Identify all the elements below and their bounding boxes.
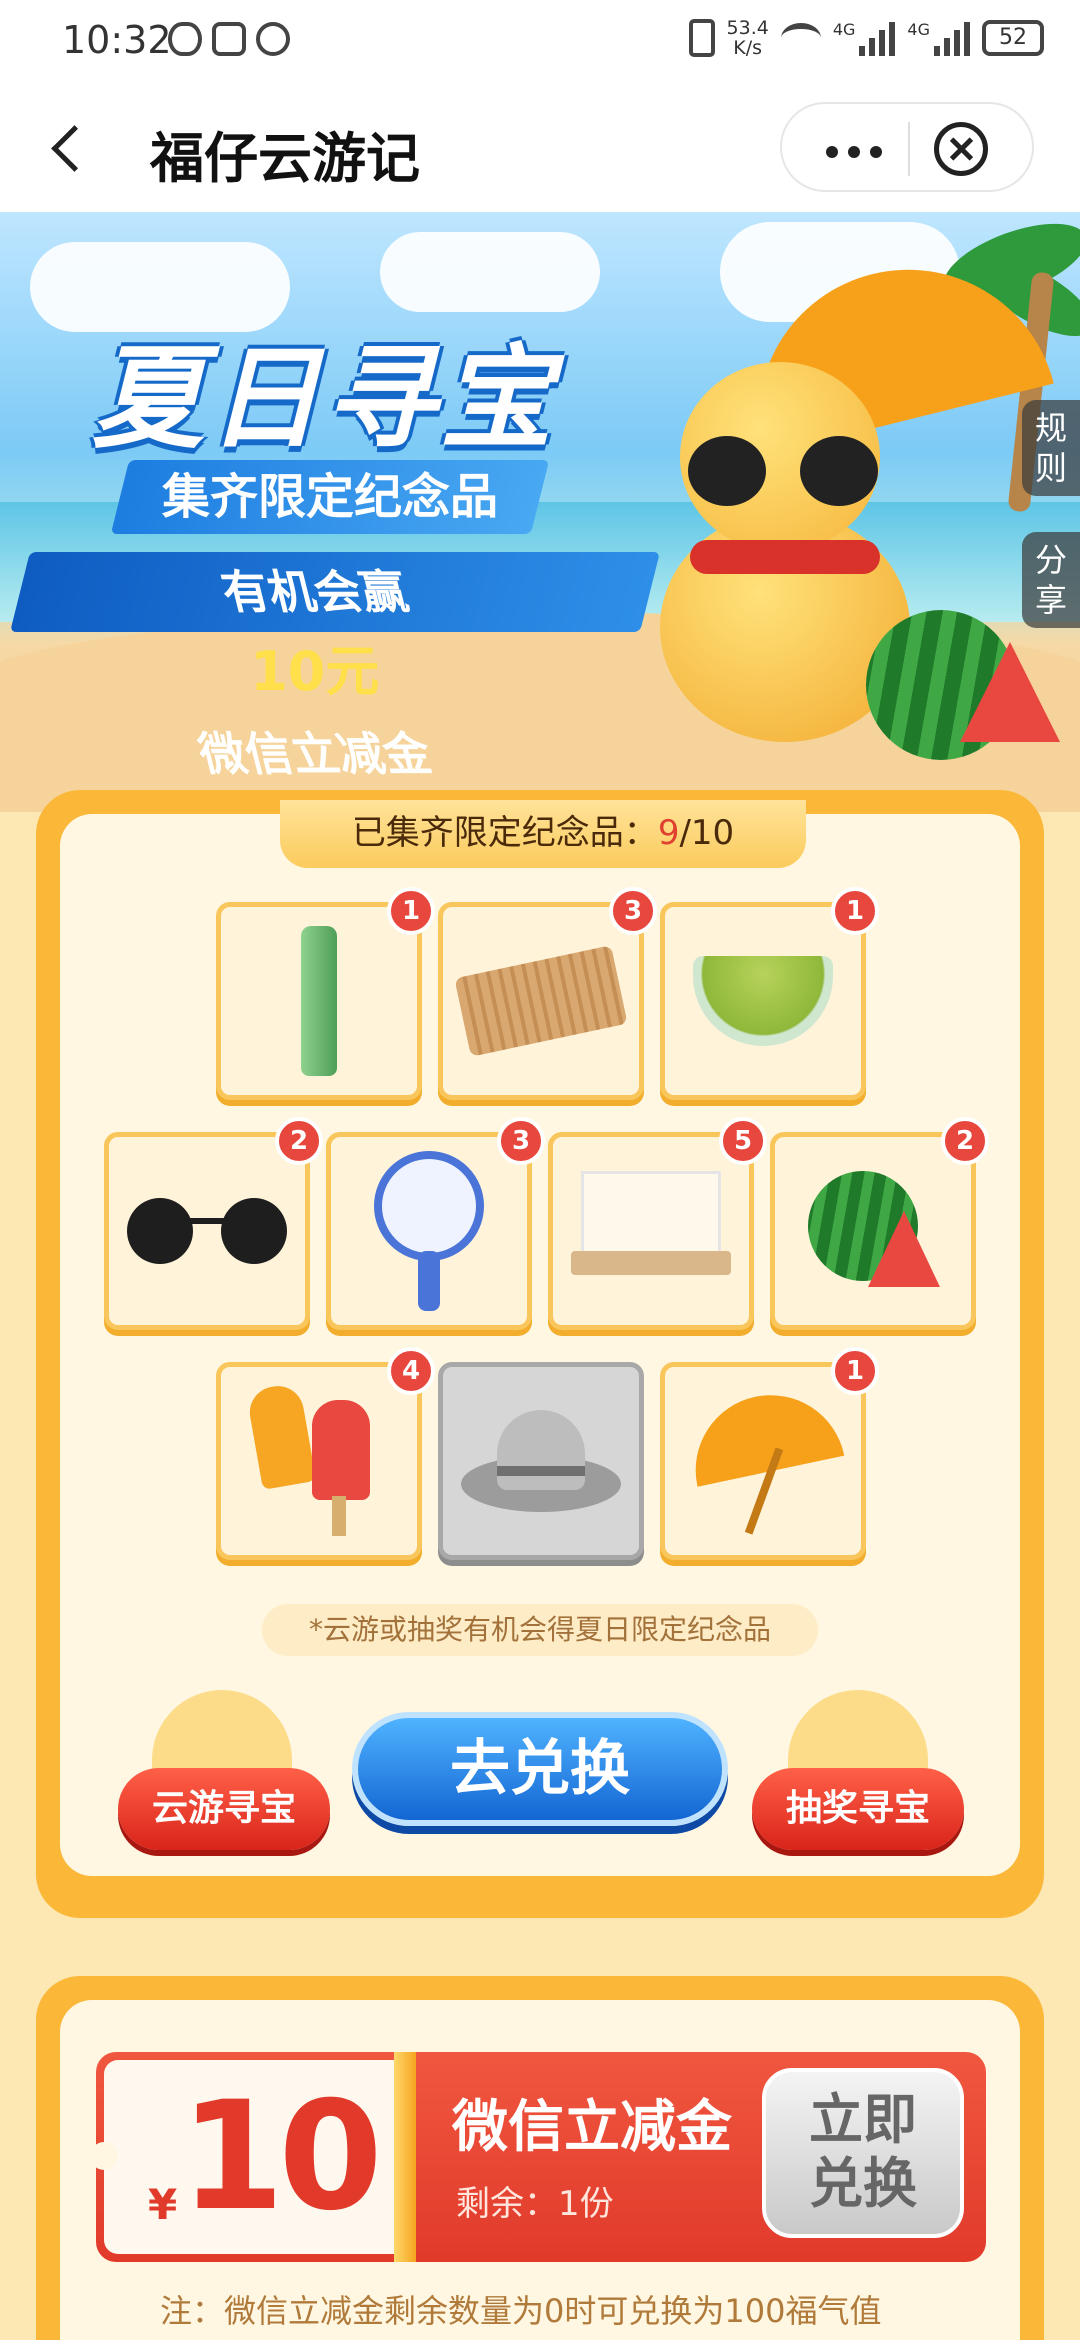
network-speed: 53.4 K/s xyxy=(727,18,769,58)
promo-amount: 10元 xyxy=(250,640,380,703)
souvenir-item-fan[interactable]: 3 xyxy=(326,1117,545,1330)
souvenir-item-bottle[interactable]: 1 xyxy=(216,887,435,1100)
umbrella-icon xyxy=(681,1381,845,1536)
count-badge: 3 xyxy=(497,1117,545,1165)
close-icon[interactable] xyxy=(934,122,988,176)
wifi-icon xyxy=(780,23,821,53)
rules-tab[interactable]: 规则 xyxy=(1022,400,1080,496)
banner-promo-ribbon: 有机会赢 10元微信立减金 xyxy=(10,552,660,781)
banner-promo: 有机会赢 10元微信立减金 xyxy=(0,552,630,794)
soup-bowl-icon xyxy=(693,956,833,1046)
alarm-icon xyxy=(256,22,290,56)
wechat-voucher: ¥ 10 微信立减金 剩余：1份 立即 兑换 xyxy=(90,2052,986,2262)
souvenir-item-mung-bean-soup[interactable]: 1 xyxy=(660,887,879,1100)
counter-label: 已集齐限定纪念品： xyxy=(351,813,658,853)
banner-subtitle-ribbon: 集齐限定纪念品 xyxy=(110,460,550,534)
more-icon[interactable] xyxy=(826,146,882,158)
rules-tab-label: 规则 xyxy=(1034,409,1067,487)
popsicle-icon xyxy=(245,1382,384,1536)
redeem-button[interactable]: 去兑换 xyxy=(352,1712,728,1826)
network-speed-unit: K/s xyxy=(733,37,763,59)
back-icon[interactable] xyxy=(44,124,90,170)
souvenir-item-sun-hat-locked[interactable] xyxy=(438,1362,644,1560)
counter-sep: / xyxy=(679,813,691,853)
share-tab-label: 分享 xyxy=(1034,541,1067,619)
count-badge: 2 xyxy=(941,1117,989,1165)
voucher-amount-panel: ¥ 10 xyxy=(90,2060,394,2254)
summer-banner: 夏日寻宝 集齐限定纪念品 有机会赢 10元微信立减金 规则 分享 xyxy=(0,212,1080,812)
voucher-divider xyxy=(394,2052,416,2262)
fan-icon xyxy=(374,1151,484,1311)
banner-subtitle: 集齐限定纪念品 xyxy=(161,469,498,525)
count-badge: 1 xyxy=(831,1347,879,1395)
counter-have: 9 xyxy=(657,813,680,853)
banner-title: 夏日寻宝 xyxy=(92,334,556,464)
sun-hat-icon xyxy=(461,1406,621,1516)
net-type-1: 4G xyxy=(832,20,856,39)
redeem-now-button[interactable]: 立即 兑换 xyxy=(762,2068,964,2238)
status-left-icons xyxy=(168,22,290,56)
net-type-2: 4G xyxy=(907,20,930,39)
souvenir-item-bamboo-mat[interactable]: 3 xyxy=(438,887,657,1100)
count-badge: 1 xyxy=(387,887,435,935)
count-badge: 3 xyxy=(609,887,657,935)
status-time: 10:32 xyxy=(62,18,172,62)
promo-suffix: 微信立减金 xyxy=(193,727,437,781)
redeem-now-line2: 兑换 xyxy=(809,2152,917,2215)
network-speed-value: 53.4 xyxy=(726,17,769,39)
voucher-remaining: 剩余：1份 xyxy=(456,2184,614,2224)
voucher-notch xyxy=(90,2142,118,2170)
status-bar: 10:32 53.4 K/s 4G 4G 52 xyxy=(0,0,1080,84)
count-badge: 4 xyxy=(387,1347,435,1395)
voucher-currency: ¥ xyxy=(148,2180,178,2229)
voucher-note: 注：微信立减金剩余数量为0时可兑换为100福气值 xyxy=(160,2292,882,2330)
souvenir-item-watermelon[interactable]: 2 xyxy=(770,1117,989,1330)
souvenir-item-mosquito-net-bed[interactable]: 5 xyxy=(548,1117,767,1330)
watermelon-slice-decoration xyxy=(960,642,1060,742)
eye-icon xyxy=(168,22,202,56)
sunglasses-icon xyxy=(127,1198,287,1264)
signal-icon-2: 4G xyxy=(907,20,970,56)
voucher-title: 微信立减金 xyxy=(452,2095,732,2160)
collection-counter: 已集齐限定纪念品：9/10 xyxy=(280,800,806,868)
bottle-icon xyxy=(301,926,337,1076)
nfc-icon xyxy=(212,22,246,56)
promo-prefix: 有机会赢 xyxy=(216,565,414,619)
lottery-button[interactable]: 抽奖寻宝 xyxy=(752,1768,964,1850)
count-badge: 2 xyxy=(275,1117,323,1165)
count-badge: 5 xyxy=(719,1117,767,1165)
bamboo-mat-icon xyxy=(454,945,628,1057)
vibrate-icon xyxy=(688,19,715,57)
watermelon-icon xyxy=(808,1171,940,1291)
capsule-divider xyxy=(908,122,910,176)
battery-icon: 52 xyxy=(982,20,1044,56)
navigation-bar: 福仔云游记 xyxy=(0,84,1080,212)
share-tab[interactable]: 分享 xyxy=(1022,532,1080,628)
souvenir-item-sunglasses[interactable]: 2 xyxy=(104,1117,323,1330)
voucher-amount: 10 xyxy=(180,2070,383,2244)
count-badge: 1 xyxy=(831,887,879,935)
bed-icon xyxy=(571,1171,731,1291)
signal-icon-1: 4G xyxy=(833,20,896,56)
cloud-decoration xyxy=(380,232,600,312)
miniprogram-capsule xyxy=(780,102,1034,192)
collection-tip: *云游或抽奖有机会得夏日限定纪念品 xyxy=(262,1604,818,1656)
status-right-icons: 53.4 K/s 4G 4G 52 xyxy=(688,18,1044,58)
page-title: 福仔云游记 xyxy=(150,127,420,190)
souvenir-item-popsicle[interactable]: 4 xyxy=(216,1347,435,1560)
cloud-tour-button[interactable]: 云游寻宝 xyxy=(118,1768,330,1850)
redeem-now-line1: 立即 xyxy=(809,2088,917,2151)
counter-total: 10 xyxy=(690,813,735,853)
souvenir-item-umbrella[interactable]: 1 xyxy=(660,1347,879,1560)
